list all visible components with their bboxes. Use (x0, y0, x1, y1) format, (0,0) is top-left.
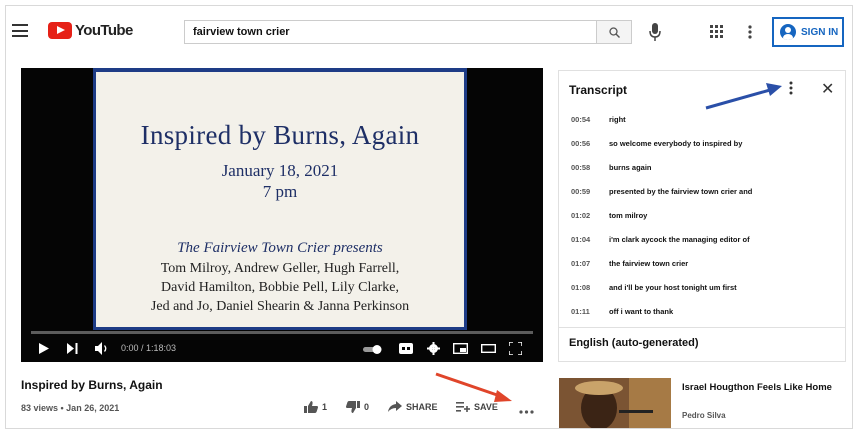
more-actions-icon[interactable] (519, 410, 534, 414)
transcript-more-icon[interactable] (789, 81, 793, 95)
related-video-channel[interactable]: Pedro Silva (682, 411, 726, 420)
transcript-text: and i'll be your host tonight um first (609, 282, 737, 292)
captions-icon[interactable] (399, 343, 413, 354)
like-button[interactable]: 1 (304, 401, 327, 413)
apps-grid-icon[interactable] (710, 25, 723, 38)
thumbnail-image (559, 378, 671, 428)
youtube-logo[interactable]: YouTube (48, 22, 133, 39)
related-video-thumbnail[interactable] (559, 378, 671, 428)
play-icon[interactable] (39, 343, 49, 354)
search-input[interactable]: fairview town crier (184, 20, 596, 44)
transcript-text: tom milroy (609, 210, 648, 220)
account-icon (780, 24, 796, 40)
video-meta: 83 views • Jan 26, 2021 (21, 403, 120, 413)
transcript-timestamp: 01:04 (571, 234, 591, 244)
related-video-title[interactable]: Israel Hougthon Feels Like Home (682, 381, 832, 394)
search-button[interactable] (596, 20, 632, 44)
share-icon (388, 401, 402, 412)
transcript-row[interactable]: 01:04 i'm clark aycock the managing edito… (559, 227, 845, 251)
transcript-row[interactable]: 00:56 so welcome everybody to inspired by (559, 131, 845, 155)
sign-in-button[interactable]: SIGN IN (772, 17, 844, 47)
transcript-text: the fairview town crier (609, 258, 689, 268)
volume-icon[interactable] (95, 342, 111, 355)
transcript-text: right (609, 114, 626, 124)
divider (559, 327, 845, 328)
transcript-row[interactable]: 01:02 tom milroy (559, 203, 845, 227)
progress-bar[interactable] (31, 331, 533, 334)
settings-more-icon[interactable] (748, 25, 752, 39)
thumbs-down-icon (346, 401, 360, 413)
transcript-text: off i want to thank (609, 306, 674, 316)
slide-date: January 18, 2021 (221, 161, 339, 180)
transcript-row[interactable]: 00:54 right (559, 107, 845, 131)
slide-title: Inspired by Burns, Again (140, 120, 420, 150)
transcript-row[interactable]: 01:11 off i want to thank (559, 299, 845, 323)
dislike-count: 0 (364, 402, 370, 412)
transcript-timestamp: 01:11 (571, 306, 590, 316)
close-icon[interactable]: ✕ (821, 79, 834, 99)
slide-time: 7 pm (262, 182, 298, 201)
dislike-button[interactable]: 0 (346, 401, 369, 413)
video-player[interactable]: Inspired by Burns, Again January 18, 202… (21, 68, 543, 362)
transcript-text: presented by the fairview town crier and (609, 186, 753, 196)
fullscreen-icon[interactable] (509, 342, 522, 355)
autoplay-toggle-icon[interactable] (363, 345, 383, 354)
video-slide: Inspired by Burns, Again January 18, 202… (93, 68, 467, 330)
transcript-text: so welcome everybody to inspired by (609, 138, 743, 148)
transcript-timestamp: 00:54 (571, 114, 591, 124)
transcript-row[interactable]: 00:58 burns again (559, 155, 845, 179)
transcript-list: 00:54 right 00:56 so welcome everybody to … (559, 107, 845, 321)
theater-mode-icon[interactable] (481, 343, 496, 354)
save-label: SAVE (474, 401, 498, 412)
transcript-panel: Transcript ✕ 00:54 right 00:56 so welcome … (558, 70, 846, 362)
gear-icon[interactable] (427, 342, 440, 355)
youtube-play-icon (48, 22, 72, 39)
like-count: 1 (322, 402, 328, 412)
save-button[interactable]: SAVE (456, 401, 498, 412)
logo-text: YouTube (75, 22, 133, 39)
transcript-row[interactable]: 01:08 and i'll be your host tonight um fi… (559, 275, 845, 299)
transcript-timestamp: 01:02 (571, 210, 591, 220)
menu-icon[interactable] (12, 24, 28, 37)
slide-names-line: Jed and Jo, Daniel Shearin & Janna Perki… (150, 299, 410, 314)
miniplayer-icon[interactable] (453, 343, 468, 354)
share-label: SHARE (406, 401, 438, 412)
next-icon[interactable] (67, 343, 78, 354)
sign-in-label: SIGN IN (801, 26, 839, 38)
transcript-row[interactable]: 01:07 the fairview town crier (559, 251, 845, 275)
transcript-row[interactable]: 00:59 presented by the fairview town crie… (559, 179, 845, 203)
player-controls: 0:00 / 1:18:03 (21, 336, 543, 362)
transcript-title: Transcript (569, 83, 628, 97)
playlist-add-icon (456, 402, 470, 412)
video-title: Inspired by Burns, Again (21, 378, 163, 392)
transcript-timestamp: 00:56 (571, 138, 591, 148)
transcript-timestamp: 00:59 (571, 186, 591, 196)
transcript-timestamp: 01:07 (571, 258, 591, 268)
slide-names: Tom Milroy, Andrew Geller, Hugh Farrell,… (96, 259, 464, 316)
transcript-text: burns again (609, 162, 652, 172)
microphone-icon[interactable] (648, 22, 662, 42)
time-display: 0:00 / 1:18:03 (121, 343, 177, 353)
thumbs-up-icon (304, 401, 318, 413)
slide-names-line: David Hamilton, Bobbie Pell, Lily Clarke… (161, 280, 399, 295)
slide-names-line: Tom Milroy, Andrew Geller, Hugh Farrell, (160, 261, 400, 276)
transcript-timestamp: 00:58 (571, 162, 591, 172)
transcript-text: i'm clark aycock the managing editor of (609, 234, 750, 244)
share-button[interactable]: SHARE (388, 401, 438, 412)
transcript-language-selector[interactable]: English (auto-generated) (569, 337, 699, 349)
slide-presents: The Fairview Town Crier presents (177, 240, 383, 256)
transcript-timestamp: 01:08 (571, 282, 591, 292)
search-icon (608, 26, 620, 38)
